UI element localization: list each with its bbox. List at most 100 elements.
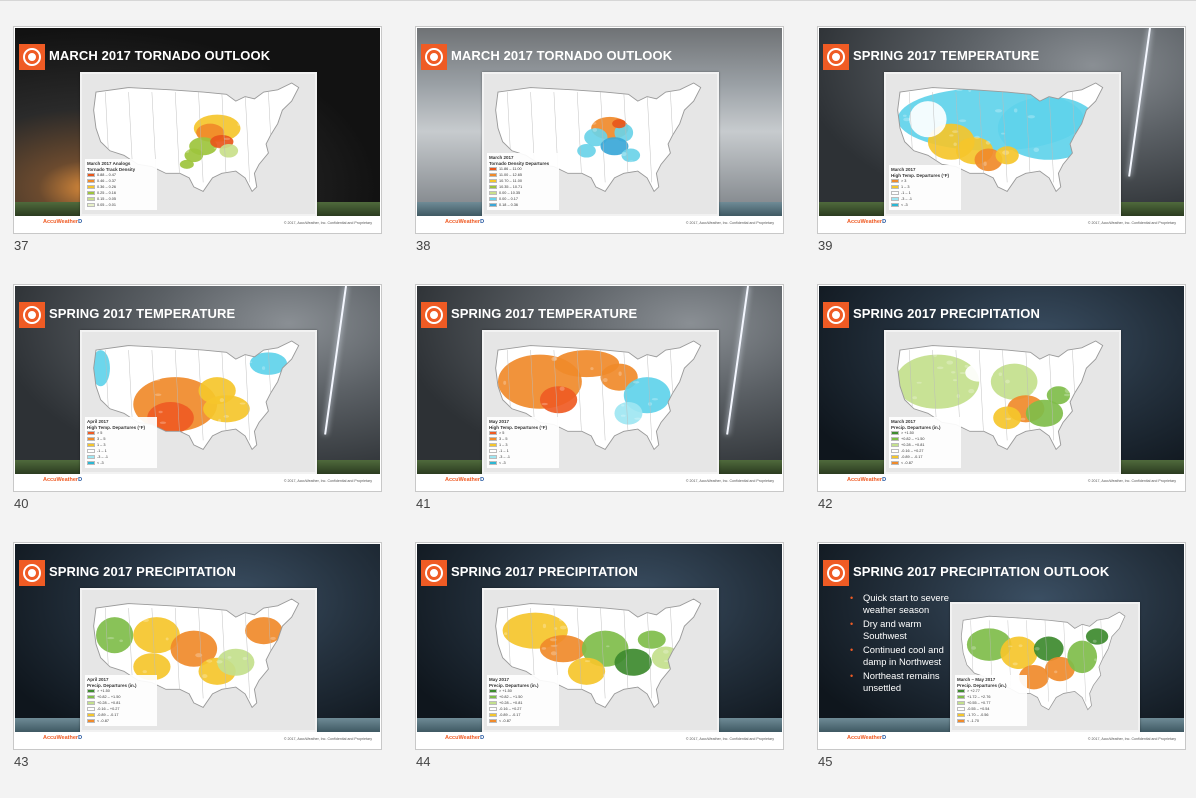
map-legend: March 2017 High Temp. Departures (°F) > 31…: [889, 165, 961, 210]
slide-canvas[interactable]: MARCH 2017 TORNADO OUTLOOK March 2017 Ana…: [13, 26, 382, 234]
legend-swatch: [489, 190, 497, 196]
legend-swatch: [891, 190, 899, 196]
legend-swatch: [489, 442, 497, 448]
slide-thumbnail-45[interactable]: SPRING 2017 PRECIPITATION OUTLOOK March –…: [817, 542, 1186, 772]
map-legend: April 2017 Precip. Departures (in.) > +1.5…: [85, 675, 157, 726]
slide-number: 39: [818, 238, 833, 253]
map-legend: March 2017 Precip. Departures (in.) > +1.5…: [889, 417, 961, 468]
legend-label: > +2.77: [967, 689, 980, 693]
slide-number: 45: [818, 754, 833, 769]
legend-swatch: [489, 166, 497, 172]
map-image: May 2017 Precip. Departures (in.) > +1.50 +…: [482, 588, 719, 732]
legend-row: < -1.70: [957, 718, 1025, 724]
legend-label: < -0.87: [901, 461, 913, 465]
slide-canvas[interactable]: SPRING 2017 PRECIPITATION May 2017 Precip.…: [415, 542, 784, 750]
legend-swatch: [489, 448, 497, 454]
slide-canvas[interactable]: SPRING 2017 PRECIPITATION March 2017 Preci…: [817, 284, 1186, 492]
storm-background-image: SPRING 2017 PRECIPITATION April 2017 Preci…: [15, 544, 380, 732]
sun-icon: [425, 564, 443, 582]
legend-row: < -0.87: [891, 460, 959, 466]
legend-label: -0.16 – +0.27: [97, 707, 120, 711]
bullet-item: Quick start to severe weather season: [847, 592, 951, 616]
slide-canvas[interactable]: SPRING 2017 TEMPERATURE March 2017 High Te…: [817, 26, 1186, 234]
legend-label: 11.00 – 12.65: [499, 173, 522, 177]
sun-logo-icon: [421, 302, 447, 328]
slide-title: SPRING 2017 TEMPERATURE: [49, 306, 236, 321]
legend-label: > +1.50: [499, 689, 512, 693]
sun-icon: [827, 48, 845, 66]
legend-swatch: [891, 202, 899, 208]
slide-canvas[interactable]: SPRING 2017 PRECIPITATION April 2017 Preci…: [13, 542, 382, 750]
slide-thumbnail-40[interactable]: SPRING 2017 TEMPERATURE April 2017 High Te…: [13, 284, 382, 514]
slide-canvas[interactable]: SPRING 2017 PRECIPITATION OUTLOOK March –…: [817, 542, 1186, 750]
map-image: March 2017 High Temp. Departures (°F) > 31…: [884, 72, 1121, 216]
legend-swatch: [489, 172, 497, 178]
legend-swatch: [87, 190, 95, 196]
storm-background-image: SPRING 2017 TEMPERATURE May 2017 High Temp…: [417, 286, 782, 474]
legend-swatch: [489, 184, 497, 190]
copyright-notice: © 2017, AccuWeather, Inc. Confidential a…: [283, 479, 372, 483]
legend-label: -3 – -1: [499, 455, 510, 459]
slide-thumbnail-37[interactable]: MARCH 2017 TORNADO OUTLOOK March 2017 Ana…: [13, 26, 382, 256]
legend-label: 0.18 – 0.36: [499, 203, 519, 207]
legend-label: 0.25 – 0.16: [97, 191, 117, 195]
copyright-notice: © 2017, AccuWeather, Inc. Confidential a…: [283, 737, 372, 741]
legend-label: < -3: [97, 461, 104, 465]
slide-footer: AccuWeatherD © 2017, AccuWeather, Inc. Co…: [417, 732, 782, 749]
sun-logo-icon: [19, 302, 45, 328]
slide-canvas[interactable]: SPRING 2017 TEMPERATURE April 2017 High Te…: [13, 284, 382, 492]
legend-swatch: [87, 436, 95, 442]
sun-icon: [23, 48, 41, 66]
map-legend: May 2017 Precip. Departures (in.) > +1.50 +…: [487, 675, 559, 726]
accuweather-logo: AccuWeatherD: [847, 477, 886, 483]
legend-swatch: [87, 454, 95, 460]
legend-label: 0.00 – 0.17: [499, 197, 519, 201]
brand-name: AccuWeather: [847, 477, 883, 483]
slide-thumbnail-44[interactable]: SPRING 2017 PRECIPITATION May 2017 Precip.…: [415, 542, 784, 772]
legend-swatch: [87, 700, 95, 706]
storm-background-image: SPRING 2017 TEMPERATURE April 2017 High Te…: [15, 286, 380, 474]
legend-label: -0.16 – +0.27: [901, 449, 924, 453]
slide-title: SPRING 2017 PRECIPITATION: [451, 564, 638, 579]
legend-label: +0.28 – +0.81: [499, 701, 523, 705]
legend-swatch: [489, 178, 497, 184]
slide-thumbnail-38[interactable]: MARCH 2017 TORNADO OUTLOOK March 2017 Torn…: [415, 26, 784, 256]
copyright-notice: © 2017, AccuWeather, Inc. Confidential a…: [1087, 479, 1176, 483]
legend-label: 0.36 – 0.26: [97, 185, 117, 189]
legend-row: < -0.87: [489, 718, 557, 724]
slide-thumbnail-42[interactable]: SPRING 2017 PRECIPITATION March 2017 Preci…: [817, 284, 1186, 514]
slide-canvas[interactable]: MARCH 2017 TORNADO OUTLOOK March 2017 Torn…: [415, 26, 784, 234]
accuweather-logo: AccuWeatherD: [43, 219, 82, 225]
legend-label: > +1.50: [97, 689, 110, 693]
sun-icon: [23, 564, 41, 582]
sun-logo-icon: [19, 44, 45, 70]
map-image: March 2017 Tornado Density Departures 11.8…: [482, 72, 719, 216]
slide-canvas[interactable]: SPRING 2017 TEMPERATURE May 2017 High Temp…: [415, 284, 784, 492]
legend-swatch: [957, 694, 965, 700]
legend-swatch: [87, 712, 95, 718]
legend-swatch: [891, 184, 899, 190]
slide-thumbnail-39[interactable]: SPRING 2017 TEMPERATURE March 2017 High Te…: [817, 26, 1186, 256]
accuweather-logo: AccuWeatherD: [445, 219, 484, 225]
slide-thumbnail-41[interactable]: SPRING 2017 TEMPERATURE May 2017 High Temp…: [415, 284, 784, 514]
legend-label: +0.28 – +0.81: [901, 443, 925, 447]
map-image: April 2017 High Temp. Departures (°F) > 53…: [80, 330, 317, 474]
legend-label: -3 – -1: [97, 455, 108, 459]
map-legend: March – May 2017 Precip. Departures (in.)…: [955, 675, 1027, 726]
slide-thumbnail-43[interactable]: SPRING 2017 PRECIPITATION April 2017 Preci…: [13, 542, 382, 772]
legend-swatch: [87, 460, 95, 466]
bullet-list: Quick start to severe weather seasonDry …: [847, 592, 951, 696]
legend-label: -0.89 – -0.17: [901, 455, 923, 459]
legend-swatch: [87, 184, 95, 190]
map-legend: March 2017 Analogs Tornado Track Density 0…: [85, 159, 157, 210]
legend-swatch: [87, 688, 95, 694]
sun-logo-icon: [421, 44, 447, 70]
legend-swatch: [87, 706, 95, 712]
lightning-bolt: [324, 286, 347, 435]
legend-label: -1.70 – -0.56: [967, 713, 989, 717]
copyright-notice: © 2017, AccuWeather, Inc. Confidential a…: [685, 221, 774, 225]
accuweather-logo: AccuWeatherD: [445, 735, 484, 741]
lightning-bolt: [726, 286, 749, 435]
legend-label: 11.86 – 11.00: [499, 167, 522, 171]
legend-label: 10.35 – 10.71: [499, 185, 523, 189]
